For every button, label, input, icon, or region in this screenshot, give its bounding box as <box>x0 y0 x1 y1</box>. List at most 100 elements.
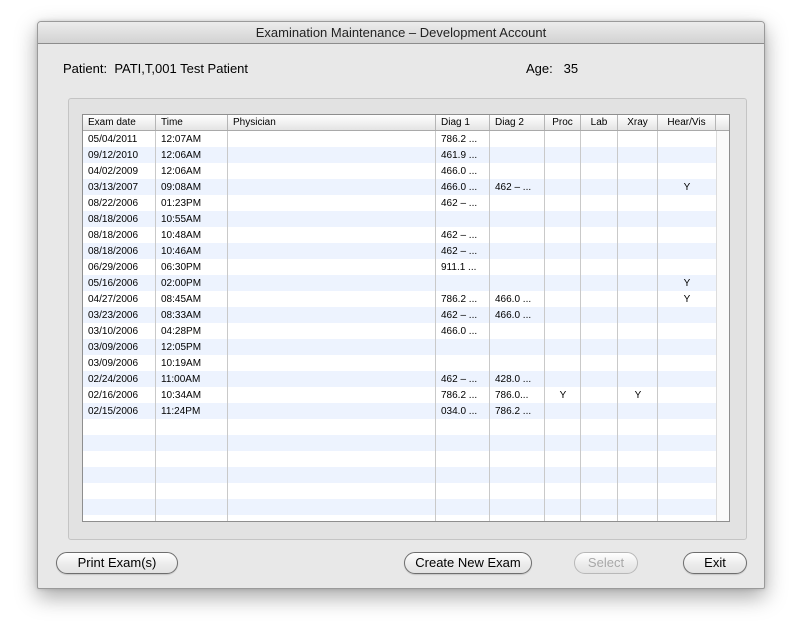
column-header[interactable]: Exam date <box>83 115 156 130</box>
table-cell <box>545 131 581 147</box>
table-cell <box>545 163 581 179</box>
table-row[interactable]: 04/02/2009 12:06AM 466.0 ... <box>83 163 716 179</box>
table-row[interactable]: 03/23/2006 08:33AM 462 – ... 466.0 ... <box>83 307 716 323</box>
age-label: Age: <box>526 61 553 76</box>
table-cell <box>658 227 716 243</box>
table-cell: 08:33AM <box>161 310 202 321</box>
table-cell <box>545 195 581 211</box>
table-cell <box>658 147 716 163</box>
table-cell: 08/22/2006 <box>88 198 139 209</box>
table-cell <box>618 195 658 211</box>
table-cell: 10:46AM <box>161 246 202 257</box>
table-cell: Y <box>559 390 567 401</box>
empty-table-row <box>83 483 716 499</box>
column-header[interactable]: Xray <box>618 115 658 130</box>
table-row[interactable]: 05/04/2011 12:07AM 786.2 ... <box>83 131 716 147</box>
table-cell <box>228 211 436 227</box>
table-row[interactable]: 09/12/2010 12:06AM 461.9 ... <box>83 147 716 163</box>
table-cell: 03/09/2006 <box>88 358 139 369</box>
table-body: 05/04/2011 12:07AM 786.2 ... 09/12/2010 12:0… <box>83 131 716 521</box>
column-header[interactable]: Hear/Vis <box>658 115 716 130</box>
table-cell: 462 – ... <box>441 198 478 209</box>
table-cell <box>618 339 658 355</box>
table-cell <box>658 355 716 371</box>
table-row[interactable]: 08/18/2006 10:55AM <box>83 211 716 227</box>
table-header: Exam date Time Physician Diag 1 Diag 2 Proc La… <box>83 115 729 131</box>
table-cell: 03/10/2006 <box>88 326 139 337</box>
column-header[interactable]: Lab <box>581 115 618 130</box>
table-cell: 03/09/2006 <box>88 342 139 353</box>
table-cell <box>490 227 545 243</box>
table-cell <box>545 243 581 259</box>
table-cell <box>228 131 436 147</box>
table-cell <box>581 147 618 163</box>
age-info: Age: 35 <box>526 61 578 77</box>
table-cell <box>618 227 658 243</box>
table-cell: 466.0 ... <box>495 310 532 321</box>
table-cell: 01:23PM <box>161 198 202 209</box>
table-cell <box>436 355 490 371</box>
vertical-scrollbar[interactable] <box>716 131 729 521</box>
print-exams-button[interactable]: Print Exam(s) <box>56 552 178 574</box>
column-header[interactable]: Diag 1 <box>436 115 490 130</box>
column-header[interactable]: Physician <box>228 115 436 130</box>
table-cell: 02/16/2006 <box>88 390 139 401</box>
table-row[interactable]: 08/18/2006 10:46AM 462 – ... <box>83 243 716 259</box>
table-cell <box>490 275 545 291</box>
table-cell <box>658 371 716 387</box>
table-cell: 10:48AM <box>161 230 202 241</box>
table-cell: 03/13/2007 <box>88 182 139 193</box>
empty-table-row <box>83 419 716 435</box>
table-cell: 02:00PM <box>161 278 202 289</box>
column-header[interactable]: Proc <box>545 115 581 130</box>
table-row[interactable]: 08/18/2006 10:48AM 462 – ... <box>83 227 716 243</box>
table-cell <box>545 179 581 195</box>
column-divider <box>489 131 490 521</box>
table-row[interactable]: 03/10/2006 04:28PM 466.0 ... <box>83 323 716 339</box>
age-value: 35 <box>563 61 579 76</box>
table-row[interactable]: 05/16/2006 02:00PM Y <box>83 275 716 291</box>
table-row[interactable]: 08/22/2006 01:23PM 462 – ... <box>83 195 716 211</box>
table-cell: 466.0 ... <box>441 182 478 193</box>
patient-info: Patient: PATI,T,001 Test Patient <box>63 61 248 77</box>
table-cell: 05/04/2011 <box>88 134 138 145</box>
table-cell <box>490 243 545 259</box>
table-cell: 08:45AM <box>161 294 202 305</box>
table-cell <box>228 163 436 179</box>
table-cell: 04:28PM <box>161 326 202 337</box>
select-button[interactable]: Select <box>574 552 638 574</box>
table-row[interactable]: 02/24/2006 11:00AM 462 – ... 428.0 ... <box>83 371 716 387</box>
table-row[interactable]: 06/29/2006 06:30PM 911.1 ... <box>83 259 716 275</box>
table-cell <box>658 211 716 227</box>
table-cell: 462 – ... <box>441 246 478 257</box>
table-row[interactable]: 04/27/2006 08:45AM 786.2 ... 466.0 ... Y <box>83 291 716 307</box>
header-corner <box>716 115 729 131</box>
table-row[interactable]: 02/16/2006 10:34AM 786.2 ... 786.0... Y Y <box>83 387 716 403</box>
patient-label: Patient: <box>63 61 108 76</box>
column-divider <box>227 131 228 521</box>
table-cell <box>618 291 658 307</box>
table-cell: 05/16/2006 <box>88 278 139 289</box>
table-cell: 02/15/2006 <box>88 406 139 417</box>
table-cell <box>618 403 658 419</box>
table-cell <box>228 147 436 163</box>
exam-maintenance-window: Examination Maintenance – Development Ac… <box>37 21 765 589</box>
create-new-exam-button[interactable]: Create New Exam <box>404 552 532 574</box>
exit-button[interactable]: Exit <box>683 552 747 574</box>
table-cell <box>490 259 545 275</box>
column-header[interactable]: Time <box>156 115 228 130</box>
table-cell: 03/23/2006 <box>88 310 139 321</box>
table-row[interactable]: 02/15/2006 11:24PM 034.0 ... 786.2 ... <box>83 403 716 419</box>
table-cell: 09/12/2010 <box>88 150 139 161</box>
table-cell <box>545 307 581 323</box>
table-cell: 911.1 ... <box>441 262 477 273</box>
table-cell <box>658 403 716 419</box>
table-row[interactable]: 03/13/2007 09:08AM 466.0 ... 462 – ... Y <box>83 179 716 195</box>
table-cell: 08/18/2006 <box>88 214 139 225</box>
table-cell: 02/24/2006 <box>88 374 139 385</box>
table-row[interactable]: 03/09/2006 12:05PM <box>83 339 716 355</box>
table-cell: 11:24PM <box>161 406 201 417</box>
exam-table[interactable]: Exam date Time Physician Diag 1 Diag 2 Proc La… <box>82 114 730 522</box>
column-header[interactable]: Diag 2 <box>490 115 545 130</box>
table-row[interactable]: 03/09/2006 10:19AM <box>83 355 716 371</box>
